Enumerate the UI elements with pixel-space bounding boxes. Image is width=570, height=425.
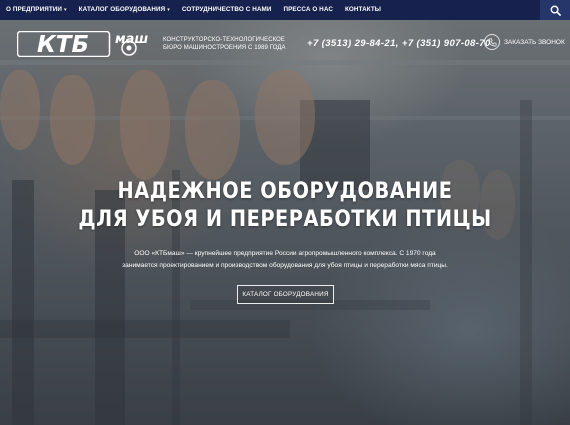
nav-item-contacts[interactable]: Контакты <box>339 0 387 20</box>
ktbmash-logo: КТБ маш <box>16 30 148 58</box>
caret-down-icon: ▾ <box>167 7 170 13</box>
nav-item-about[interactable]: О предприятии ▾ <box>0 0 73 20</box>
phone-icon <box>484 34 500 50</box>
hero-description-line2: занимается проектированием и производств… <box>122 262 448 269</box>
hero-title-line1: Надежное оборудование <box>117 179 453 204</box>
company-tagline: Конструкторско-технологическое бюро маши… <box>163 37 286 51</box>
hero-title-line2: для убоя и переработки птицы <box>78 207 492 232</box>
callback-label: Заказать звонок <box>504 38 565 46</box>
nav-item-press[interactable]: Пресса о нас <box>277 0 339 20</box>
search-button[interactable] <box>540 0 570 20</box>
svg-text:маш: маш <box>115 32 148 47</box>
phone-numbers[interactable]: +7 (3513) 29-84-21, +7 (351) 907-08-70 <box>307 38 491 49</box>
nav-item-catalog[interactable]: Каталог оборудования ▾ <box>73 0 176 20</box>
catalog-cta-button[interactable]: Каталог оборудования <box>237 285 334 304</box>
search-icon <box>550 5 561 16</box>
company-logo[interactable]: КТБ маш <box>16 30 157 58</box>
svg-text:КТБ: КТБ <box>37 32 89 57</box>
callback-button[interactable]: Заказать звонок <box>484 34 565 50</box>
nav-item-cooperation[interactable]: Сотрудничество с нами <box>176 0 278 20</box>
caret-down-icon: ▾ <box>64 7 67 13</box>
top-navigation: О предприятии ▾ Каталог оборудования ▾ Сот… <box>0 0 570 20</box>
